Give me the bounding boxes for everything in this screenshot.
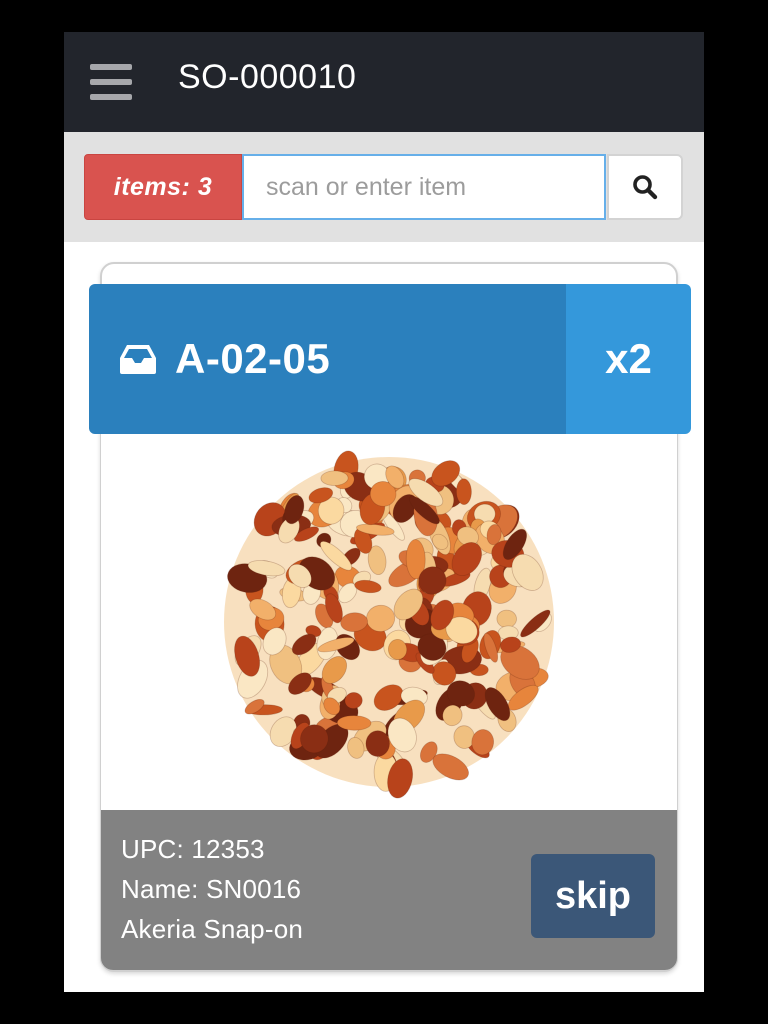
scan-item-input[interactable] bbox=[242, 154, 606, 220]
inbox-tray-icon bbox=[120, 345, 156, 374]
gemstone-chip bbox=[336, 715, 372, 731]
skip-button[interactable]: skip bbox=[531, 854, 655, 938]
top-navbar: SO-000010 bbox=[64, 32, 704, 132]
product-description-text: Akeria Snap-on bbox=[121, 914, 304, 944]
magnifier-icon bbox=[633, 175, 658, 200]
bin-location-header: A-02-05 x2 bbox=[89, 284, 691, 434]
app-screen: SO-000010 items: 3 A-02-05 x2 UPC: 12353… bbox=[64, 32, 704, 992]
items-count-badge: items: 3 bbox=[84, 154, 242, 220]
order-title: SO-000010 bbox=[178, 58, 357, 96]
upc-text: UPC: 12353 bbox=[121, 834, 265, 864]
gemstone-chips-image bbox=[224, 450, 554, 799]
bin-location-code: A-02-05 bbox=[175, 335, 331, 382]
gemstone-chip bbox=[365, 730, 390, 757]
gemstone-chip bbox=[496, 609, 517, 629]
product-name-text: Name: SN0016 bbox=[121, 874, 302, 904]
product-details: UPC: 12353 Name: SN0016 Akeria Snap-on s… bbox=[101, 810, 677, 970]
gemstone-chip bbox=[455, 478, 472, 505]
hamburger-menu-icon[interactable] bbox=[90, 64, 132, 100]
gemstone-chip bbox=[320, 470, 349, 486]
search-button[interactable] bbox=[607, 154, 683, 220]
pick-quantity: x2 bbox=[566, 284, 691, 434]
scan-bar: items: 3 bbox=[64, 132, 704, 242]
product-image bbox=[101, 434, 677, 810]
bin-location: A-02-05 bbox=[89, 284, 566, 434]
